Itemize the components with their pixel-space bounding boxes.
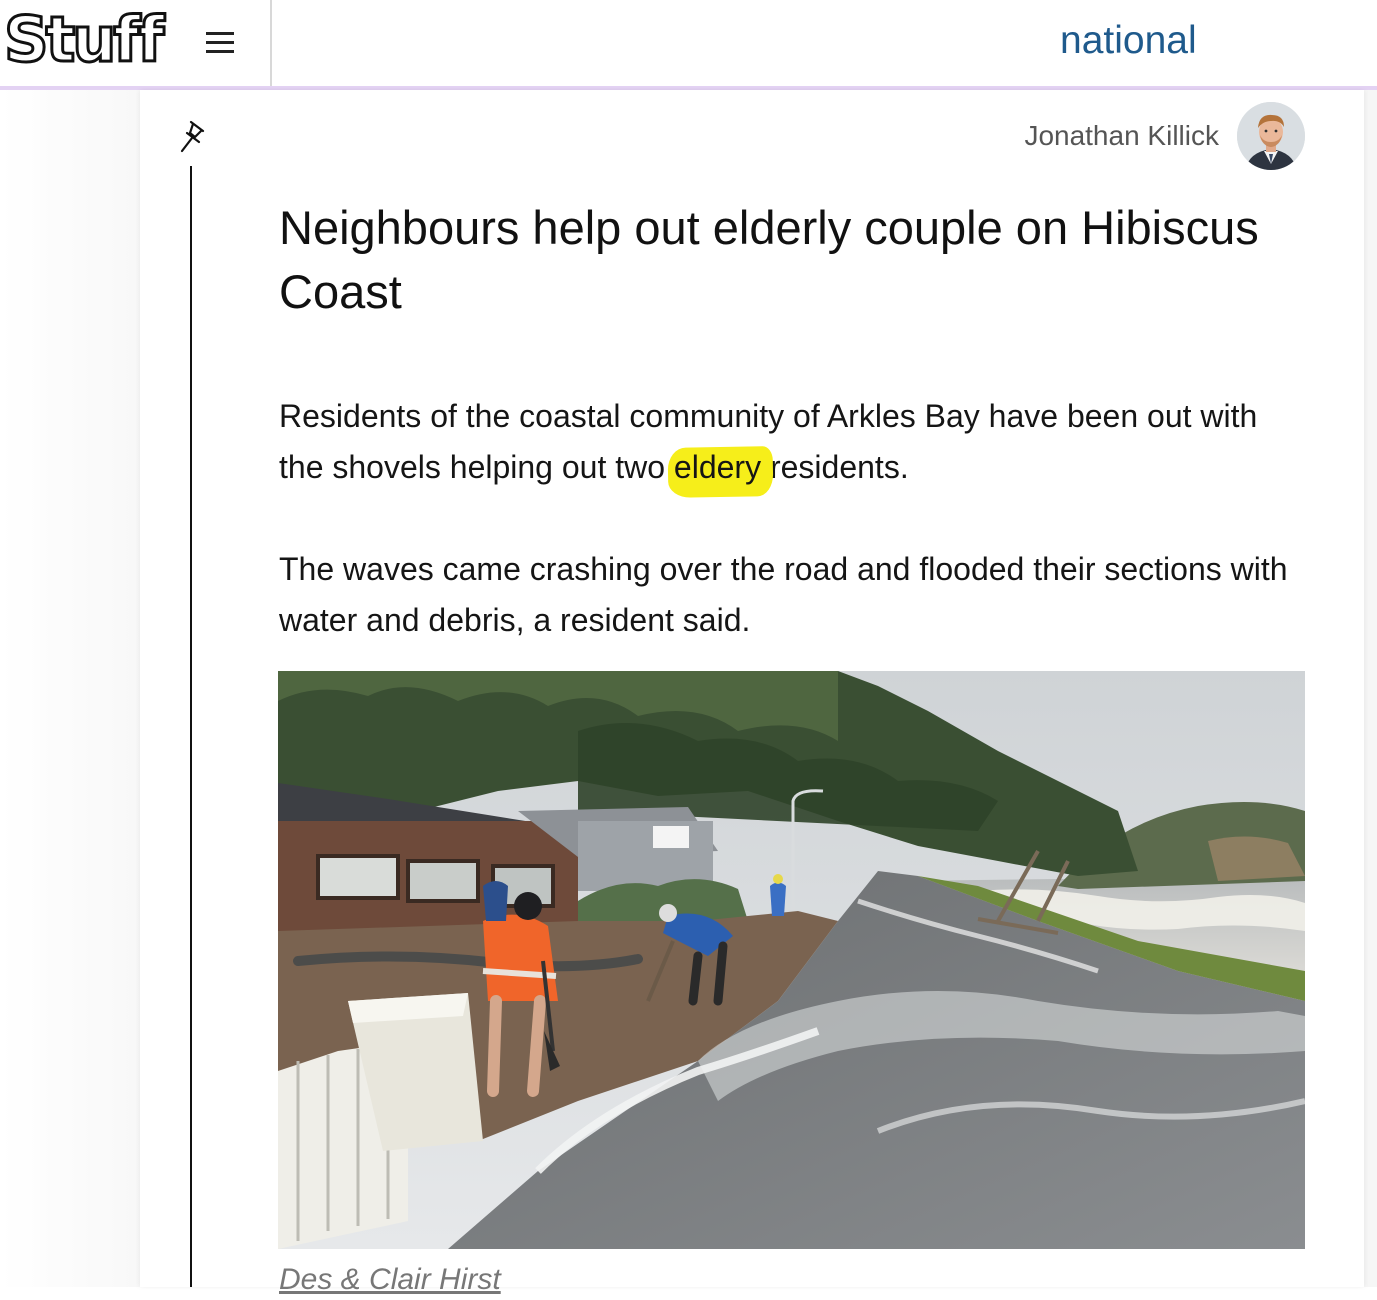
- timeline-line: [190, 166, 192, 1287]
- header-divider: [270, 0, 272, 86]
- site-header: Stuff national: [0, 0, 1377, 90]
- post-paragraph-1: Residents of the coastal community of Ar…: [279, 391, 1309, 493]
- pin-icon: [180, 120, 205, 153]
- highlighted-word: eldery: [673, 449, 762, 485]
- left-gutter: [0, 90, 140, 1287]
- author-name[interactable]: Jonathan Killick: [1024, 116, 1219, 156]
- post-paragraph-2: The waves came crashing over the road an…: [279, 551, 1288, 638]
- section-link-national[interactable]: national: [1060, 16, 1197, 66]
- photo-caption: Des & Clair Hirst: [279, 1263, 501, 1296]
- stuff-logo[interactable]: Stuff: [2, 2, 165, 77]
- paragraph-1-text-after: residents.: [761, 449, 909, 485]
- right-gutter: [1364, 90, 1377, 1287]
- hamburger-menu-icon[interactable]: [202, 24, 238, 60]
- author-avatar[interactable]: [1237, 102, 1305, 170]
- flooded-street-photo[interactable]: [278, 671, 1305, 1249]
- post-headline: Neighbours help out elderly couple on Hi…: [279, 201, 1259, 318]
